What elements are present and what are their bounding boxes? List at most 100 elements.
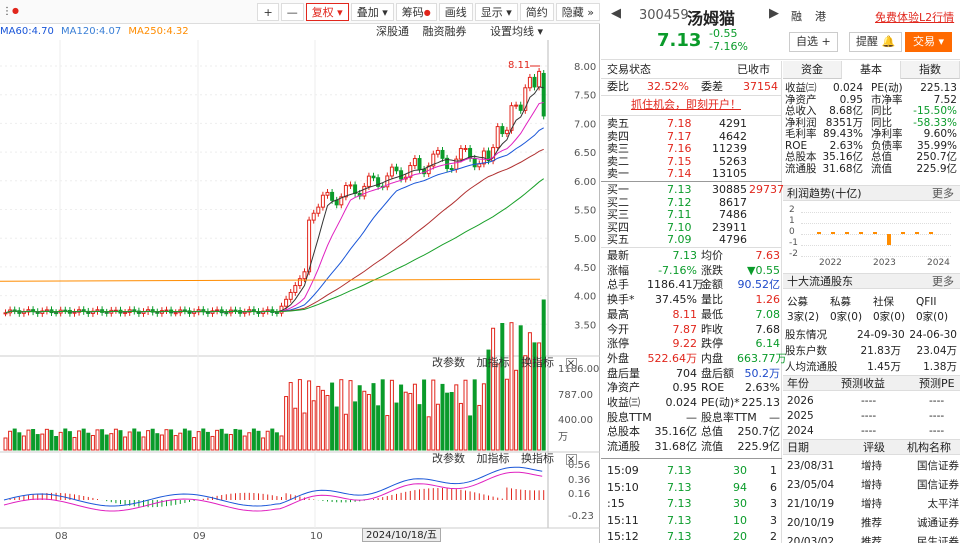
candle-body [541, 72, 546, 117]
macd-close-icon[interactable]: × [565, 454, 577, 465]
tab-1[interactable]: 基本 [842, 61, 901, 79]
volume-tick-label: 400.00 [558, 415, 593, 426]
tick-price: 7.13 [667, 497, 692, 510]
volume-bar [353, 401, 358, 451]
holder-val: 1.45万 [867, 361, 901, 373]
tick-time: 15:12 [607, 530, 639, 543]
stat-label: PE(动)* [701, 396, 740, 409]
promo-link[interactable]: 抓住机会，即刻开户！ [631, 98, 741, 112]
volume-bar [136, 431, 141, 451]
price-tick-label: 5.50 [574, 206, 596, 217]
stat-label: 总股本 [607, 425, 640, 439]
forecast-pe: ---- [929, 395, 945, 407]
basic-row: 流通股 31.68亿 流值 225.9亿 [785, 162, 958, 176]
macd-edit-params[interactable]: 改参数 [432, 452, 465, 465]
profit-gridline [801, 256, 951, 257]
month-tick-label: 09 [193, 531, 206, 542]
volume-bar [527, 332, 532, 451]
candle-body [173, 312, 178, 315]
volume-bar [274, 432, 279, 451]
rating-grade: 推荐 [861, 536, 882, 543]
price-tick-label: 3.50 [574, 320, 596, 331]
candle-body [288, 291, 293, 300]
volume-edit-params[interactable]: 改参数 [432, 356, 465, 369]
divider [601, 115, 782, 116]
volume-bar [362, 390, 367, 451]
profit-bar [929, 232, 933, 234]
candle-body [518, 104, 523, 111]
volume-bar [12, 428, 17, 451]
price-tick-label: 6.00 [574, 177, 596, 188]
tick-volume: 30 [733, 464, 747, 477]
candle-body [123, 311, 128, 314]
macd-switch-indicator[interactable]: 换指标 [521, 452, 554, 465]
tab-0[interactable]: 资金 [783, 61, 842, 79]
stat-value: 9.22 [672, 337, 698, 351]
holders-more[interactable]: 更多 [932, 274, 954, 290]
rating-org: 民生证券 [917, 536, 959, 543]
stat-row: 流通股 31.68亿 流值 225.9亿 [607, 440, 782, 454]
l2-trial-link[interactable]: 免费体验L2行情 [875, 9, 954, 25]
stat-label: 总值 [701, 425, 723, 439]
volume-close-icon[interactable]: × [565, 358, 577, 369]
volume-bar [376, 405, 381, 451]
stat-label: 最高 [607, 307, 629, 321]
next-stock-icon[interactable]: ▶ [769, 6, 779, 21]
stat-row: 外盘 522.64万 内盘 663.77万 [607, 351, 787, 366]
high-price-label: 8.11 [508, 60, 530, 71]
stat-label: 流值 [701, 440, 723, 454]
candle-body [389, 166, 394, 177]
rating-date: 20/10/19 [787, 517, 835, 529]
price-tick-label: 8.00 [574, 62, 596, 73]
fundamentals-panel: 资金 基本 指数 收益㈢ 0.024 PE(动) 225.13 净资产 0.95 市净率 7.52… [783, 61, 960, 543]
divider [601, 458, 782, 459]
divider [601, 95, 782, 96]
stat-label: 内盘 [701, 351, 723, 365]
volume-bar [123, 436, 128, 451]
tick-time: 15:11 [607, 513, 639, 527]
volume-bar [288, 382, 293, 451]
candle-body [417, 158, 422, 170]
alert-button[interactable]: 提醒 🔔 [849, 32, 903, 52]
profit-bar [915, 232, 919, 234]
volume-bar [458, 402, 463, 451]
ma250-line [0, 278, 541, 282]
tick-count: 1 [770, 464, 777, 477]
add-watchlist-button[interactable]: 自选 + [789, 32, 838, 52]
prev-stock-icon[interactable]: ◀ [611, 6, 621, 21]
trade-button[interactable]: 交易 ▾ [905, 32, 953, 52]
tick-time: 15:09 [607, 464, 639, 477]
holder-col: 私募 [830, 296, 851, 308]
profit-y-label: -1 [789, 238, 798, 248]
tab-2[interactable]: 指数 [901, 61, 960, 79]
stat-label: 最低 [701, 307, 723, 321]
candle-body [412, 158, 417, 167]
rating-date: 23/08/31 [787, 460, 835, 472]
divider [601, 78, 782, 79]
divider [601, 247, 782, 248]
ask-price: 7.14 [667, 167, 692, 180]
volume-bar [440, 383, 445, 451]
stat-label: 净资产 [607, 381, 640, 395]
volume-bar [31, 429, 36, 451]
stock-name: 汤姆猫 [687, 9, 736, 28]
volume-add-indicator[interactable]: 加指标 [477, 356, 510, 369]
ask-volume: 13105 [712, 167, 747, 180]
macd-add-indicator[interactable]: 加指标 [477, 452, 510, 465]
rating-row: 20/10/19 推荐 诚通证券 [785, 516, 959, 530]
basic-label: 流值 [871, 162, 892, 175]
stat-row: 盘后量 704 盘后额 50.2万 [607, 367, 782, 381]
volume-bar [500, 323, 505, 451]
volume-switch-indicator[interactable]: 换指标 [521, 356, 554, 369]
stat-value: -7.16% [658, 263, 697, 277]
profit-bar [901, 232, 905, 234]
volume-bar [454, 384, 459, 451]
stat-label: 均价 [701, 249, 723, 262]
profit-trend-more[interactable]: 更多 [932, 186, 954, 202]
stat-label: 总手 [607, 278, 629, 292]
volume-bar [343, 413, 348, 451]
volume-bar [339, 379, 344, 451]
candle-body [224, 312, 229, 315]
candle-body [495, 126, 500, 149]
stat-row: 涨停 9.22 跌停 6.14 [607, 337, 782, 351]
